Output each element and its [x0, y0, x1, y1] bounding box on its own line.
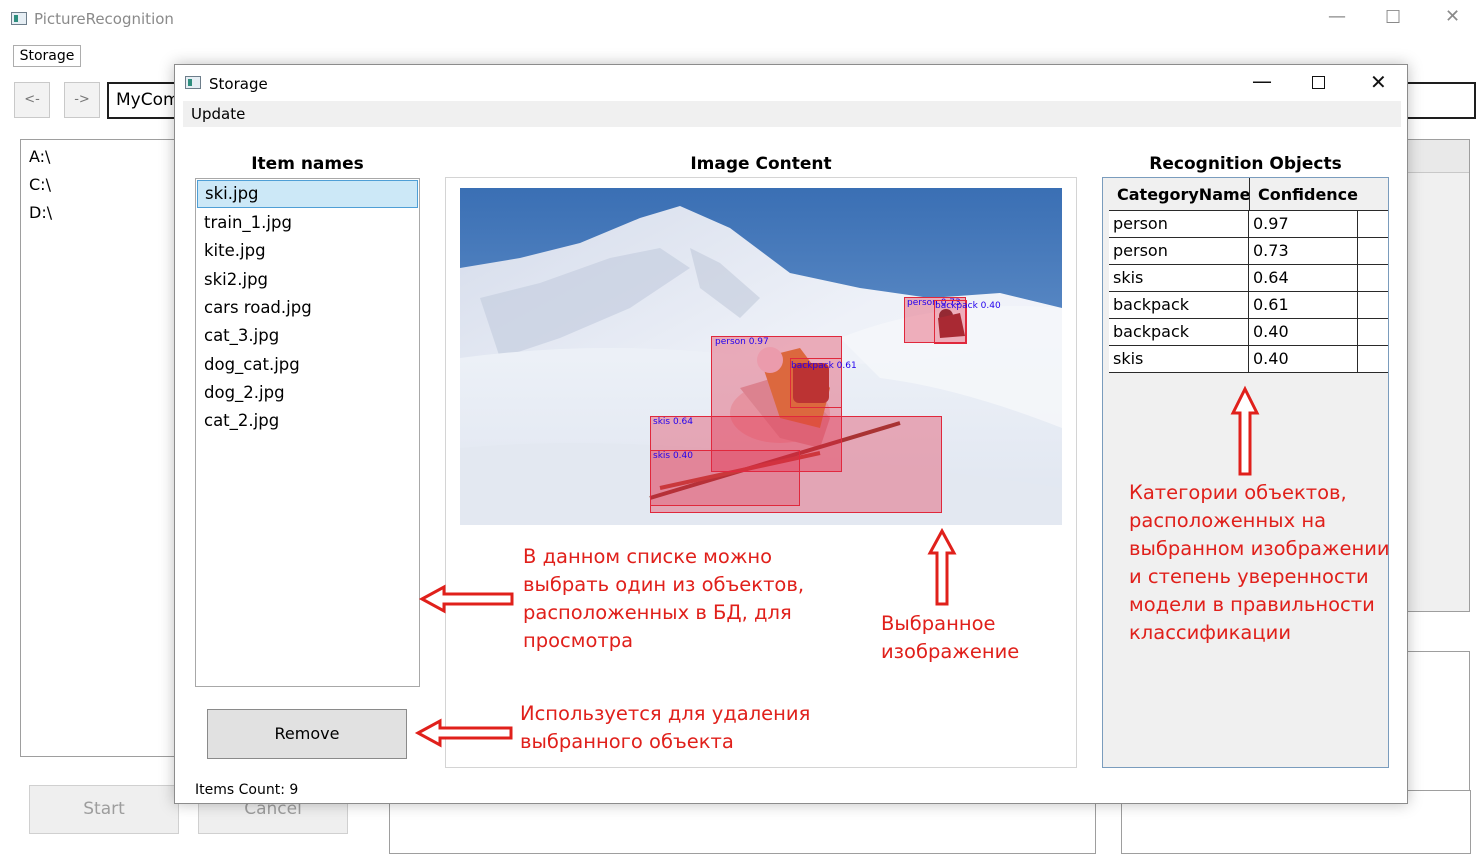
- main-window-title: PictureRecognition: [34, 10, 174, 28]
- annotation-line: выбрать один из объектов,: [523, 573, 805, 596]
- cell-category: skis: [1109, 265, 1249, 292]
- list-item-selected[interactable]: ski.jpg: [197, 180, 418, 208]
- back-button[interactable]: <-: [14, 82, 50, 118]
- cell-confidence: 0.61: [1249, 292, 1358, 319]
- dialog-app-icon: [185, 76, 201, 89]
- dialog-menu-bar: Update: [183, 101, 1401, 127]
- dialog-title: Storage: [209, 75, 268, 93]
- cell-category: backpack: [1109, 292, 1249, 319]
- cell-confidence: 0.73: [1249, 238, 1358, 265]
- update-menu-item[interactable]: Update: [191, 105, 245, 123]
- list-item[interactable]: dog_2.jpg: [197, 379, 418, 407]
- arrow-left-icon: [414, 718, 513, 748]
- detection-label: skis 0.40: [653, 451, 693, 461]
- detection-label: skis 0.64: [653, 417, 693, 427]
- detection-box-backpack: backpack 0.61: [790, 358, 857, 408]
- list-item[interactable]: dog_cat.jpg: [197, 351, 418, 379]
- annotation-line: Категории объектов,: [1129, 481, 1347, 504]
- cell-confidence: 0.64: [1249, 265, 1358, 292]
- annotation-remove-note: Используется для удаления выбранного объ…: [520, 700, 810, 756]
- detection-label: backpack 0.61: [791, 361, 857, 371]
- close-icon[interactable]: ✕: [1445, 6, 1460, 27]
- items-count: Items Count: 9: [195, 782, 299, 798]
- storage-dialog: Storage — ✕ Update Item names ski.jpg tr…: [174, 64, 1408, 804]
- app-icon: [11, 12, 27, 25]
- annotation-line: изображение: [881, 640, 1020, 663]
- arrow-up-icon: [1230, 385, 1260, 476]
- annotation-line: Используется для удаления: [520, 702, 811, 725]
- detection-box-skis: skis 0.40: [650, 450, 800, 506]
- cell-category: backpack: [1109, 319, 1249, 346]
- arrow-up-icon: [927, 527, 957, 606]
- annotation-objects-note: Категории объектов, расположенных на выб…: [1129, 479, 1390, 647]
- annotation-line: и степень уверенности: [1129, 565, 1369, 588]
- list-item[interactable]: ski2.jpg: [197, 266, 418, 294]
- maximize-icon[interactable]: ☐: [1385, 7, 1401, 28]
- main-title-bar: PictureRecognition — ☐ ✕: [0, 0, 1479, 38]
- grid-header: CategoryName Confidence: [1109, 178, 1388, 211]
- drive-item[interactable]: A:\: [29, 147, 50, 166]
- cell-category: skis: [1109, 346, 1249, 373]
- detection-label: backpack 0.40: [935, 301, 1001, 311]
- table-row[interactable]: backpack 0.40: [1109, 319, 1388, 346]
- image-heading: Image Content: [690, 154, 832, 174]
- table-row[interactable]: backpack 0.61: [1109, 292, 1388, 319]
- items-list[interactable]: ski.jpg train_1.jpg kite.jpg ski2.jpg ca…: [195, 178, 420, 687]
- dialog-minimize-icon[interactable]: —: [1252, 69, 1272, 93]
- drive-item[interactable]: C:\: [29, 175, 51, 194]
- annotation-line: просмотра: [523, 629, 634, 652]
- image-content-frame: person 0.97 backpack 0.61 skis 0.64 skis…: [445, 177, 1077, 768]
- minimize-icon[interactable]: —: [1328, 6, 1346, 27]
- list-item[interactable]: kite.jpg: [197, 237, 418, 265]
- cell-category: person: [1109, 211, 1249, 238]
- cell-category: person: [1109, 238, 1249, 265]
- table-row[interactable]: skis 0.40: [1109, 346, 1388, 373]
- cell-confidence: 0.40: [1249, 319, 1358, 346]
- forward-button[interactable]: ->: [64, 82, 100, 118]
- arrow-left-icon: [418, 584, 514, 614]
- annotation-line: В данном списке можно: [523, 545, 773, 568]
- drive-item[interactable]: D:\: [29, 203, 52, 222]
- items-heading: Item names: [251, 154, 364, 174]
- list-item[interactable]: cat_3.jpg: [197, 322, 418, 350]
- annotation-line: классификации: [1129, 621, 1291, 644]
- dialog-maximize-icon[interactable]: [1312, 76, 1325, 89]
- drive-list: A:\ C:\ D:\: [20, 139, 180, 757]
- annotation-line: выбранном изображении: [1129, 537, 1390, 560]
- column-header-confidence[interactable]: Confidence: [1258, 185, 1358, 204]
- table-row[interactable]: skis 0.64: [1109, 265, 1388, 292]
- list-item[interactable]: cat_2.jpg: [197, 407, 418, 435]
- detection-label: person 0.97: [715, 337, 769, 347]
- list-item[interactable]: train_1.jpg: [197, 209, 418, 237]
- annotation-image-note: Выбранное изображение: [881, 610, 1019, 666]
- selected-image: person 0.97 backpack 0.61 skis 0.64 skis…: [460, 188, 1062, 525]
- annotation-line: выбранного объекта: [520, 730, 734, 753]
- storage-menu-button[interactable]: Storage: [13, 45, 81, 67]
- cell-confidence: 0.40: [1249, 346, 1358, 373]
- annotation-line: расположенных на: [1129, 509, 1327, 532]
- annotation-list-note: В данном списке можно выбрать один из об…: [523, 543, 804, 655]
- recognition-heading: Recognition Objects: [1149, 154, 1342, 174]
- annotation-line: модели в правильности: [1129, 593, 1375, 616]
- column-header-category[interactable]: CategoryName: [1117, 185, 1251, 204]
- list-item[interactable]: cars road.jpg: [197, 294, 418, 322]
- table-row[interactable]: person 0.73: [1109, 238, 1388, 265]
- detection-box-backpack: backpack 0.40: [934, 300, 1001, 344]
- table-row[interactable]: person 0.97: [1109, 211, 1388, 238]
- annotation-line: расположенных в БД, для: [523, 601, 792, 624]
- remove-button[interactable]: Remove: [207, 709, 407, 759]
- cell-confidence: 0.97: [1249, 211, 1358, 238]
- annotation-line: Выбранное: [881, 612, 996, 635]
- start-button[interactable]: Start: [29, 785, 179, 834]
- dialog-close-icon[interactable]: ✕: [1370, 70, 1387, 94]
